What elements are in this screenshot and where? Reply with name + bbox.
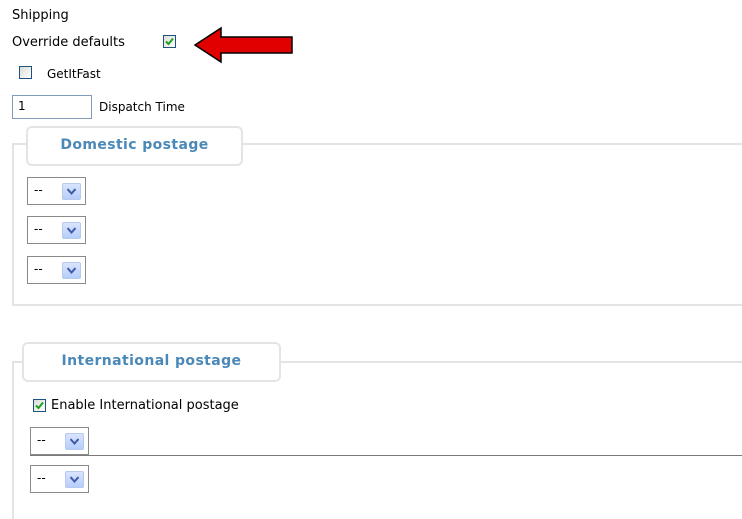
international-select-2[interactable]: -- bbox=[30, 465, 89, 493]
checkmark-icon bbox=[35, 401, 44, 410]
chevron-down-icon[interactable] bbox=[62, 222, 81, 239]
getitfast-checkbox[interactable] bbox=[19, 66, 32, 79]
international-postage-fieldset bbox=[12, 361, 742, 519]
chevron-down-icon[interactable] bbox=[62, 183, 81, 200]
override-defaults-label: Override defaults bbox=[12, 35, 125, 50]
chevron-down-icon[interactable] bbox=[62, 262, 81, 279]
getitfast-label: GetItFast bbox=[47, 67, 101, 81]
domestic-select-2[interactable]: -- bbox=[27, 216, 86, 244]
domestic-postage-fieldset bbox=[12, 143, 742, 306]
select-value: -- bbox=[37, 433, 46, 447]
dispatch-time-label: Dispatch Time bbox=[99, 100, 185, 114]
checkmark-icon bbox=[165, 37, 174, 46]
enable-international-checkbox[interactable] bbox=[33, 399, 46, 412]
select-value: -- bbox=[34, 222, 43, 236]
international-select-1[interactable]: -- bbox=[30, 427, 89, 455]
international-postage-legend: International postage bbox=[22, 342, 281, 382]
select-value: -- bbox=[34, 262, 43, 276]
domestic-select-1[interactable]: -- bbox=[27, 177, 86, 205]
arrow-left-icon bbox=[193, 26, 293, 64]
shipping-heading: Shipping bbox=[12, 8, 69, 23]
domestic-postage-legend: Domestic postage bbox=[26, 126, 243, 166]
chevron-down-icon[interactable] bbox=[65, 471, 84, 488]
dispatch-time-input[interactable]: 1 bbox=[12, 95, 92, 119]
domestic-select-3[interactable]: -- bbox=[27, 256, 86, 284]
enable-international-label: Enable International postage bbox=[51, 398, 239, 413]
select-value: -- bbox=[34, 183, 43, 197]
override-defaults-checkbox[interactable] bbox=[163, 35, 176, 48]
select-value: -- bbox=[37, 471, 46, 485]
chevron-down-icon[interactable] bbox=[65, 433, 84, 450]
divider bbox=[30, 455, 742, 456]
